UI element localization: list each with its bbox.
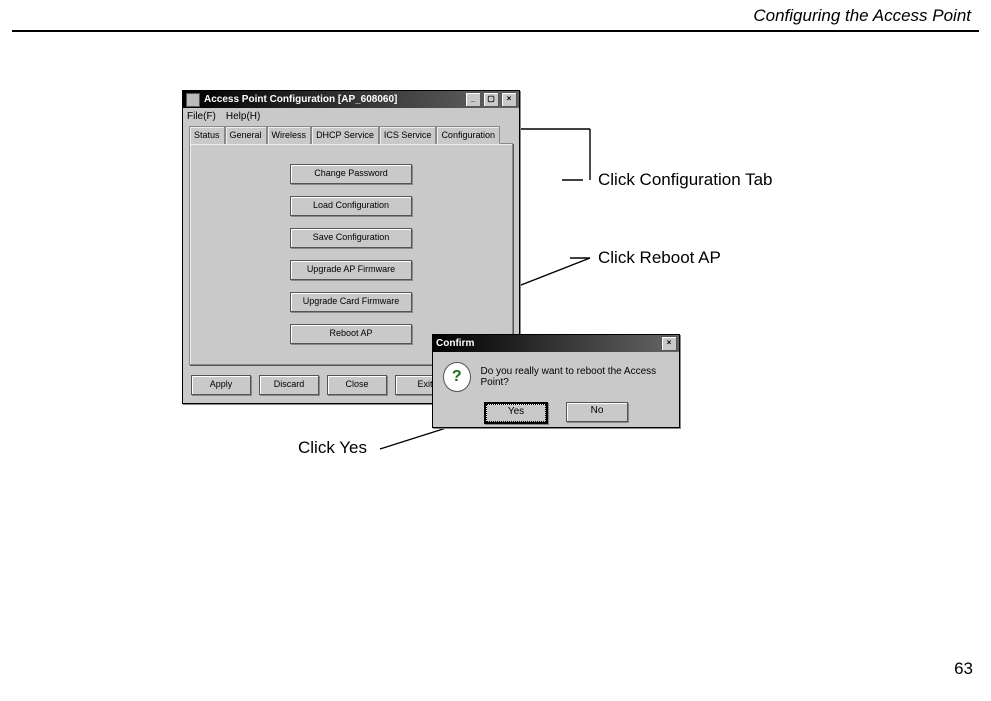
window-title: Access Point Configuration [AP_608060]: [204, 94, 463, 105]
close-button[interactable]: Close: [327, 375, 387, 395]
confirm-titlebar: Confirm ×: [433, 335, 679, 352]
no-button[interactable]: No: [566, 402, 628, 422]
tab-wireless[interactable]: Wireless: [267, 126, 312, 144]
page-number: 63: [954, 659, 973, 679]
load-configuration-button[interactable]: Load Configuration: [290, 196, 412, 216]
reboot-ap-button[interactable]: Reboot AP: [290, 324, 412, 344]
upgrade-card-firmware-button[interactable]: Upgrade Card Firmware: [290, 292, 412, 312]
confirm-title: Confirm: [436, 338, 659, 349]
close-window-button[interactable]: ×: [501, 92, 517, 107]
save-configuration-button[interactable]: Save Configuration: [290, 228, 412, 248]
upgrade-ap-firmware-button[interactable]: Upgrade AP Firmware: [290, 260, 412, 280]
menu-help[interactable]: Help(H): [226, 111, 260, 122]
app-icon: [186, 93, 200, 107]
yes-button[interactable]: Yes: [484, 402, 548, 424]
confirm-body: ? Do you really want to reboot the Acces…: [433, 352, 679, 402]
tab-general[interactable]: General: [225, 126, 267, 144]
tabs-row: Status General Wireless DHCP Service ICS…: [189, 126, 513, 144]
bottom-buttons: Apply Discard Close Exit: [191, 375, 455, 395]
page-header: Configuring the Access Point: [12, 0, 979, 32]
action-list: Change Password Load Configuration Save …: [190, 144, 512, 344]
menu-file[interactable]: File(F): [187, 111, 216, 122]
apply-button[interactable]: Apply: [191, 375, 251, 395]
tab-configuration[interactable]: Configuration: [436, 126, 500, 144]
discard-button[interactable]: Discard: [259, 375, 319, 395]
tab-dhcp[interactable]: DHCP Service: [311, 126, 379, 144]
callout-config-tab: Click Configuration Tab: [598, 170, 773, 190]
window-controls: _ ▢ ×: [463, 92, 519, 107]
callout-click-yes: Click Yes: [298, 438, 367, 458]
confirm-close-button[interactable]: ×: [661, 336, 677, 351]
confirm-message: Do you really want to reboot the Access …: [481, 366, 669, 388]
tab-ics[interactable]: ICS Service: [379, 126, 437, 144]
tab-body: Change Password Load Configuration Save …: [189, 143, 513, 365]
question-icon: ?: [443, 362, 471, 392]
confirm-buttons: Yes No: [433, 402, 679, 432]
titlebar: Access Point Configuration [AP_608060] _…: [183, 91, 519, 108]
menubar: File(F) Help(H): [183, 108, 519, 124]
minimize-button[interactable]: _: [465, 92, 481, 107]
confirm-dialog: Confirm × ? Do you really want to reboot…: [432, 334, 680, 428]
maximize-button[interactable]: ▢: [483, 92, 499, 107]
change-password-button[interactable]: Change Password: [290, 164, 412, 184]
tab-status[interactable]: Status: [189, 126, 225, 144]
callout-reboot-ap: Click Reboot AP: [598, 248, 721, 268]
